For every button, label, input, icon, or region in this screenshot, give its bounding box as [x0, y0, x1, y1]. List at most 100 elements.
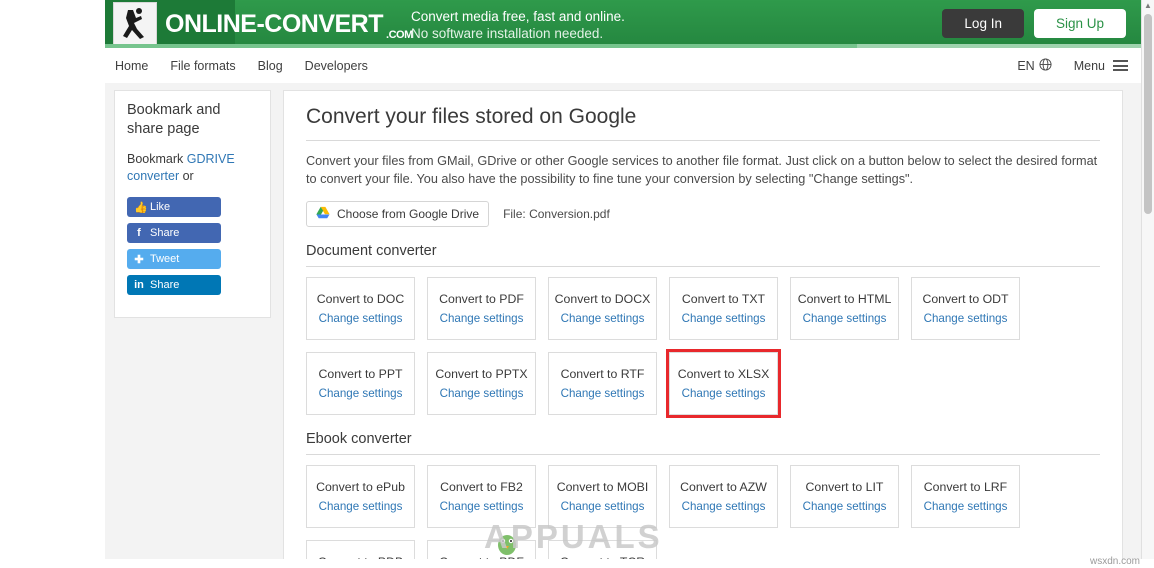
convert-cell-lit[interactable]: Convert to LIT Change settings: [790, 465, 899, 528]
document-converter-grid: Convert to DOC Change settings Convert t…: [306, 277, 1100, 418]
facebook-icon: f: [137, 227, 141, 239]
main-navigation: Home File formats Blog Developers EN Men…: [105, 48, 1142, 84]
convert-cell-xlsx[interactable]: Convert to XLSX Change settings: [666, 349, 781, 418]
convert-cell-title: Convert to DOCX: [554, 292, 651, 306]
change-settings-link[interactable]: Change settings: [682, 500, 766, 513]
change-settings-link[interactable]: Change settings: [561, 500, 645, 513]
bookmark-suffix: or: [179, 169, 194, 183]
language-selector[interactable]: EN: [1017, 57, 1052, 74]
convert-cell-title: Convert to LRF: [923, 480, 1008, 494]
site-logo[interactable]: ONLINE-CONVERT .COM: [113, 2, 413, 46]
nav-item-blog[interactable]: Blog: [258, 59, 283, 73]
change-settings-link[interactable]: Change settings: [924, 500, 1008, 513]
change-settings-link[interactable]: Change settings: [682, 387, 766, 400]
convert-cell-pptx[interactable]: Convert to PPTX Change settings: [427, 352, 536, 415]
scroll-up-arrow-icon[interactable]: ▲: [1142, 0, 1154, 12]
nav-right-group: EN Menu: [1017, 48, 1128, 83]
convert-cell-lrf[interactable]: Convert to LRF Change settings: [911, 465, 1020, 528]
twitter-tweet-button[interactable]: ✚ Tweet: [127, 249, 221, 269]
hamburger-icon: [1113, 58, 1128, 74]
convert-cell-odt[interactable]: Convert to ODT Change settings: [911, 277, 1020, 340]
thumbs-up-icon: 👍: [134, 201, 148, 214]
nav-links: Home File formats Blog Developers: [115, 48, 368, 83]
selected-file-label: File: Conversion.pdf: [503, 207, 610, 221]
scrollbar-thumb[interactable]: [1144, 14, 1152, 214]
login-button[interactable]: Log In: [942, 9, 1024, 38]
sidebar-bookmark-line: Bookmark GDRIVE converter or: [127, 151, 258, 185]
corner-url-label: wsxdn.com: [1089, 556, 1140, 567]
facebook-share-label: Share: [150, 227, 180, 239]
gdrive-row: Choose from Google Drive File: Conversio…: [306, 201, 1100, 227]
change-settings-link[interactable]: Change settings: [319, 387, 403, 400]
convert-cell-title: Convert to HTML: [797, 292, 892, 306]
facebook-like-button[interactable]: 👍 Like: [127, 197, 221, 217]
convert-cell-txt[interactable]: Convert to TXT Change settings: [669, 277, 778, 340]
nav-item-developers[interactable]: Developers: [305, 59, 368, 73]
header-actions: Log In Sign Up: [942, 9, 1126, 38]
linkedin-icon: in: [134, 279, 144, 291]
convert-cell-html[interactable]: Convert to HTML Change settings: [790, 277, 899, 340]
menu-toggle[interactable]: Menu: [1074, 58, 1128, 74]
linkedin-share-label: Share: [150, 279, 180, 291]
twitter-icon: ✚: [134, 253, 144, 266]
convert-cell-fb2[interactable]: Convert to FB2 Change settings: [427, 465, 536, 528]
like-label: Like: [150, 201, 171, 213]
change-settings-link[interactable]: Change settings: [440, 387, 524, 400]
change-settings-link[interactable]: Change settings: [319, 312, 403, 325]
convert-cell-title: Convert to TXT: [681, 292, 766, 306]
convert-cell-pdf[interactable]: Convert to PDF Change settings: [427, 277, 536, 340]
logo-wordmark: ONLINE-CONVERT .COM: [165, 9, 413, 41]
logo-runner-icon: [113, 2, 157, 46]
section-title-ebook-converter: Ebook converter: [306, 431, 1100, 455]
tweet-label: Tweet: [150, 253, 180, 265]
page-left-gutter: [0, 0, 105, 568]
facebook-share-button[interactable]: f Share: [127, 223, 221, 243]
google-drive-icon: [316, 206, 330, 222]
header-tagline: Convert media free, fast and online. No …: [411, 8, 625, 42]
convert-cell-title: Convert to RTF: [560, 367, 645, 381]
change-settings-link[interactable]: Change settings: [561, 312, 645, 325]
ebook-converter-grid: Convert to ePub Change settings Convert …: [306, 465, 1100, 567]
convert-cell-mobi[interactable]: Convert to MOBI Change settings: [548, 465, 657, 528]
nav-item-home[interactable]: Home: [115, 59, 148, 73]
change-settings-link[interactable]: Change settings: [803, 312, 887, 325]
menu-label: Menu: [1073, 58, 1105, 73]
signup-button[interactable]: Sign Up: [1033, 9, 1126, 38]
change-settings-link[interactable]: Change settings: [440, 500, 524, 513]
logo-word-online: ONLINE-: [165, 9, 265, 38]
convert-cell-title: Convert to XLSX: [677, 367, 770, 381]
change-settings-link[interactable]: Change settings: [319, 500, 403, 513]
tagline-line-1: Convert media free, fast and online.: [411, 9, 625, 24]
page-title: Convert your files stored on Google: [306, 105, 1100, 141]
vertical-scrollbar[interactable]: ▲ ▼: [1141, 0, 1154, 568]
page-content: Bookmark and share page Bookmark GDRIVE …: [105, 83, 1142, 568]
convert-cell-azw[interactable]: Convert to AZW Change settings: [669, 465, 778, 528]
change-settings-link[interactable]: Change settings: [561, 387, 645, 400]
convert-cell-title: Convert to PDF: [439, 292, 524, 306]
sidebar-title: Bookmark and share page: [127, 102, 221, 137]
change-settings-link[interactable]: Change settings: [803, 500, 887, 513]
linkedin-share-button[interactable]: in Share: [127, 275, 221, 295]
choose-from-google-drive-button[interactable]: Choose from Google Drive: [306, 201, 490, 227]
convert-cell-title: Convert to PPTX: [435, 367, 528, 381]
language-label: EN: [1017, 58, 1035, 73]
convert-cell-doc[interactable]: Convert to DOC Change settings: [306, 277, 415, 340]
bookmark-prefix: Bookmark: [127, 152, 187, 166]
logo-word-com: .COM: [386, 28, 413, 41]
convert-cell-title: Convert to AZW: [680, 480, 767, 494]
nav-item-file-formats[interactable]: File formats: [170, 59, 235, 73]
convert-cell-title: Convert to ODT: [922, 292, 1009, 306]
convert-cell-ppt[interactable]: Convert to PPT Change settings: [306, 352, 415, 415]
change-settings-link[interactable]: Change settings: [924, 312, 1008, 325]
tagline-line-2: No software installation needed.: [411, 26, 604, 41]
gdrive-button-label: Choose from Google Drive: [337, 207, 480, 221]
globe-icon: [1039, 57, 1052, 74]
convert-cell-rtf[interactable]: Convert to RTF Change settings: [548, 352, 657, 415]
change-settings-link[interactable]: Change settings: [682, 312, 766, 325]
convert-cell-epub[interactable]: Convert to ePub Change settings: [306, 465, 415, 528]
page-intro-text: Convert your files from GMail, GDrive or…: [306, 154, 1098, 186]
sidebar-bookmark-share: Bookmark and share page Bookmark GDRIVE …: [114, 90, 271, 318]
convert-cell-docx[interactable]: Convert to DOCX Change settings: [548, 277, 657, 340]
logo-word-convert: CONVERT: [264, 9, 384, 38]
change-settings-link[interactable]: Change settings: [440, 312, 524, 325]
